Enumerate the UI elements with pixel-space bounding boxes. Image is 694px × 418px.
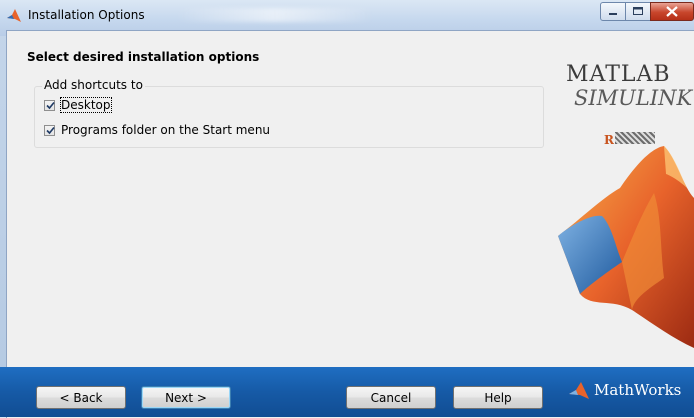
- back-button[interactable]: < Back: [36, 386, 126, 409]
- title-glow: [175, 8, 375, 22]
- maximize-icon: [633, 7, 643, 15]
- minimize-icon: [609, 13, 617, 15]
- shortcuts-group-legend: Add shortcuts to: [42, 78, 145, 92]
- desktop-checkbox-label: Desktop: [60, 97, 112, 113]
- installer-window: Installation Options Select desired inst…: [0, 0, 694, 418]
- checkmark-icon: [46, 126, 55, 134]
- product-branding: MATLAB SIMULINK R: [542, 48, 694, 368]
- next-button[interactable]: Next >: [141, 386, 231, 409]
- mathworks-wordmark: MathWorks: [594, 381, 682, 399]
- shortcuts-group: [34, 86, 544, 148]
- mathworks-logo: MathWorks: [568, 380, 681, 400]
- help-button[interactable]: Help: [453, 386, 543, 409]
- page-heading: Select desired installation options: [27, 50, 260, 64]
- close-button[interactable]: [650, 2, 694, 21]
- mathworks-membrane-icon: [569, 382, 589, 399]
- minimize-button[interactable]: [600, 2, 626, 21]
- checkmark-icon: [46, 101, 55, 109]
- start-menu-checkbox[interactable]: [44, 124, 55, 136]
- desktop-shortcut-option[interactable]: Desktop: [44, 97, 112, 113]
- cancel-button[interactable]: Cancel: [346, 386, 436, 409]
- desktop-checkbox[interactable]: [44, 99, 55, 111]
- close-icon: [666, 6, 678, 17]
- window-title: Installation Options: [28, 8, 145, 22]
- start-menu-shortcut-option[interactable]: Programs folder on the Start menu: [44, 123, 270, 137]
- matlab-membrane-icon: [7, 9, 21, 22]
- maximize-button[interactable]: [625, 2, 651, 21]
- matlab-membrane-logo: [558, 146, 694, 348]
- start-menu-checkbox-label: Programs folder on the Start menu: [61, 123, 271, 137]
